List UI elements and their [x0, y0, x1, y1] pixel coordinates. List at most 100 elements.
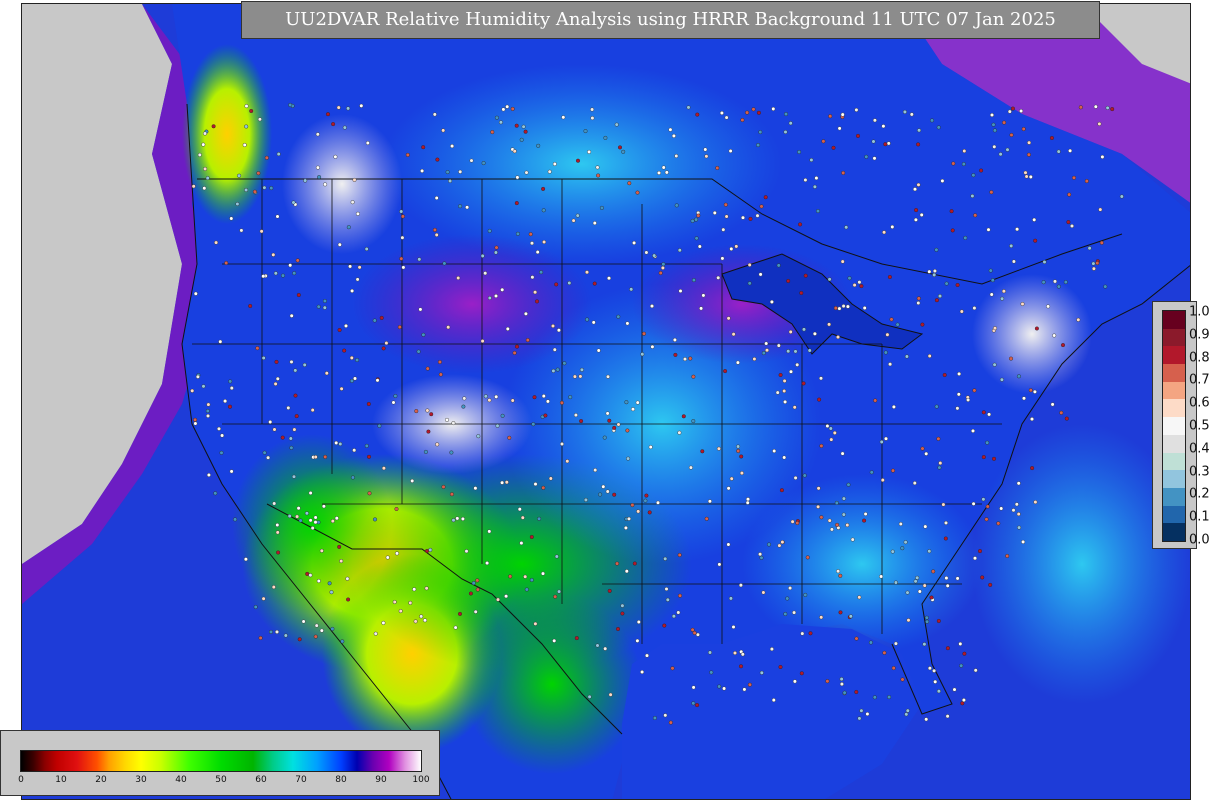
station-dot [445, 417, 450, 422]
station-dot [769, 647, 774, 652]
rh-colorbar-tick: 70 [295, 775, 307, 785]
station-dot [951, 161, 956, 166]
station-dot [828, 426, 833, 431]
station-dot [601, 484, 606, 489]
station-dot [747, 262, 752, 267]
station-dot [825, 679, 830, 684]
station-dot [205, 409, 210, 414]
station-dot [691, 419, 696, 424]
station-dot [375, 378, 380, 383]
station-dot [913, 579, 918, 584]
station-dot [788, 586, 793, 591]
station-dot [408, 600, 413, 605]
station-dot [445, 170, 450, 175]
station-dot [838, 610, 843, 615]
station-dot [881, 124, 886, 129]
station-dot [308, 573, 313, 578]
station-dot [541, 208, 546, 213]
station-dot [547, 169, 552, 174]
station-dot [344, 323, 349, 328]
station-dot [836, 335, 841, 340]
station-dot [920, 322, 925, 327]
station-dot [545, 399, 550, 404]
station-dot [872, 695, 877, 700]
station-dot [435, 157, 440, 162]
station-dot [909, 112, 914, 117]
observation-colorbar-tick: 0.5 [1189, 418, 1210, 434]
station-dot [425, 408, 430, 413]
station-dot [587, 694, 592, 699]
station-dot [778, 373, 783, 378]
station-dot [632, 240, 637, 245]
station-dot [565, 459, 570, 464]
station-dot [944, 281, 949, 286]
station-dot [494, 115, 499, 120]
station-dot [587, 149, 592, 154]
station-dot [423, 618, 428, 623]
station-dot [323, 454, 328, 459]
station-dot [273, 271, 278, 276]
station-dot [802, 327, 807, 332]
station-dot [801, 381, 806, 386]
station-dot [840, 451, 845, 456]
station-dot [1021, 539, 1026, 544]
station-dot [599, 205, 604, 210]
station-dot [425, 366, 430, 371]
station-dot [224, 261, 229, 266]
station-dot [1023, 170, 1028, 175]
station-dot [229, 469, 234, 474]
station-dot [862, 306, 867, 311]
station-dot [533, 290, 538, 295]
station-dot [729, 246, 734, 251]
station-dot [426, 429, 431, 434]
station-dot [736, 449, 741, 454]
station-dot [799, 291, 804, 296]
station-dot [525, 338, 530, 343]
station-dot [319, 628, 324, 633]
station-dot [695, 703, 700, 708]
station-dot [323, 182, 328, 187]
observation-colorbar-tick: 1.0 [1189, 304, 1210, 320]
station-dot [842, 690, 847, 695]
station-dot [294, 414, 299, 419]
observation-colorbar-segment [1163, 346, 1185, 365]
station-dot [1011, 259, 1016, 264]
station-dot [385, 555, 390, 560]
station-dot [517, 507, 522, 512]
station-dot [959, 309, 964, 314]
station-dot [915, 575, 920, 580]
station-dot [1020, 302, 1025, 307]
station-dot [739, 454, 744, 459]
station-dot [191, 184, 196, 189]
observation-colorbar-segment [1163, 452, 1185, 471]
station-dot [891, 468, 896, 473]
station-dot [783, 399, 788, 404]
station-dot [418, 307, 423, 312]
station-dot [572, 374, 577, 379]
station-dot [847, 276, 852, 281]
station-dot [643, 498, 648, 503]
white-northeast-patch [972, 274, 1092, 394]
station-dot [483, 271, 488, 276]
station-dot [480, 253, 485, 258]
station-dot [624, 569, 629, 574]
station-dot [640, 352, 645, 357]
station-dot [410, 478, 415, 483]
station-dot [541, 485, 546, 490]
station-dot [1027, 140, 1032, 145]
station-dot [364, 246, 369, 251]
station-dot [1103, 284, 1108, 289]
station-dot [657, 170, 662, 175]
station-dot [615, 561, 620, 566]
station-dot [827, 277, 832, 282]
station-dot [635, 400, 640, 405]
station-dot [1064, 416, 1069, 421]
station-dot [704, 516, 709, 521]
station-dot [365, 140, 370, 145]
station-dot [471, 581, 476, 586]
station-dot [460, 516, 465, 521]
station-dot [1056, 284, 1061, 289]
station-dot [510, 398, 515, 403]
station-dot [275, 214, 280, 219]
station-dot [542, 239, 547, 244]
